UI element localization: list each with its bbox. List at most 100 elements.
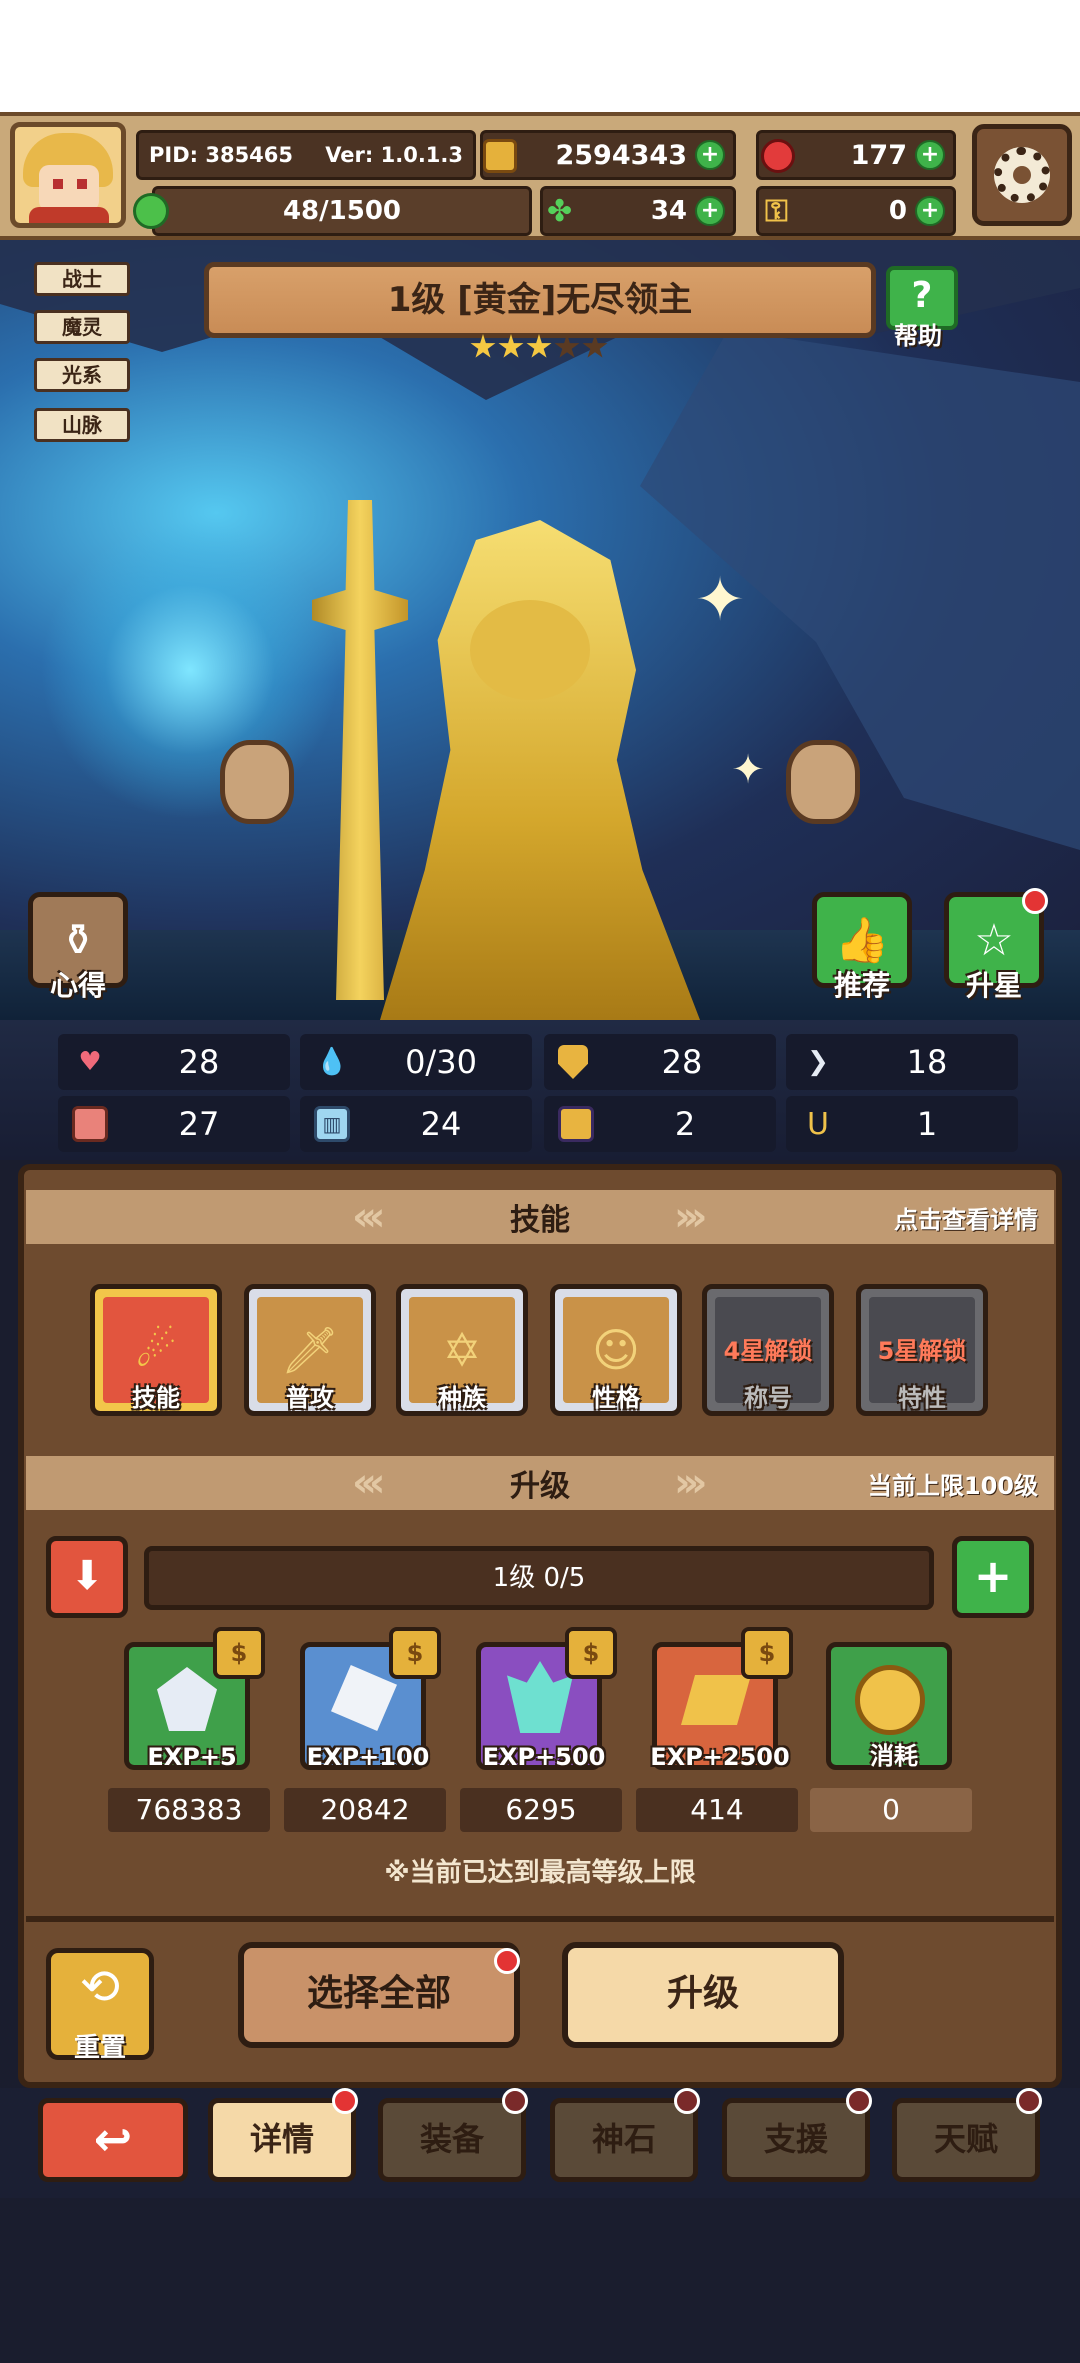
skills-title: 技能: [510, 1203, 570, 1238]
skill-label: 特性: [898, 1384, 946, 1412]
recommend-label: 推荐: [833, 969, 890, 1002]
exp-item-large-count: 6295: [460, 1788, 622, 1832]
exp-item-huge[interactable]: $ EXP+2500: [650, 1627, 793, 1771]
refresh-icon: ⟲: [79, 1959, 121, 2015]
skill-label: 普攻: [286, 1384, 334, 1412]
player-avatar[interactable]: [10, 122, 126, 228]
reset-label: 重置: [73, 2033, 126, 2063]
horseshoe-icon: Ս: [807, 1106, 829, 1142]
back-arrow-icon: ↩: [93, 2112, 133, 2166]
skills-header: ‹‹‹ 技能 ››› 点击查看详情: [26, 1190, 1054, 1244]
skills-hint[interactable]: 点击查看详情: [894, 1200, 1038, 1235]
stat-luck: Ս1: [786, 1096, 1018, 1152]
tab-support[interactable]: 支援: [722, 2098, 870, 2182]
skill-slot-attack[interactable]: 🗡 普攻: [244, 1284, 376, 1416]
stat-hp: ♥ 28: [58, 1034, 290, 1090]
stat-value: 18: [906, 1043, 948, 1081]
gear-icon: [994, 147, 1050, 203]
tab-talent[interactable]: 天赋: [892, 2098, 1040, 2182]
fist-icon: [72, 1106, 108, 1142]
unlock-requirement: 5星解锁: [877, 1337, 967, 1365]
sparkle-icon: ✦: [694, 565, 746, 635]
upgrade-button[interactable]: 升级: [562, 1942, 844, 2048]
divider: [26, 1916, 1054, 1922]
skill-label: 性格: [592, 1384, 640, 1412]
skill-slot-title-locked[interactable]: 4星解锁 称号: [702, 1284, 834, 1416]
gem-panel: 177 +: [756, 130, 956, 180]
skill-slot-race[interactable]: ✡ 种族: [396, 1284, 528, 1416]
star-filled-icon: [470, 334, 496, 358]
gold-amount: 2594343: [555, 139, 687, 171]
key-icon: ⚿: [765, 194, 788, 229]
cyan-crystal-icon: [507, 1661, 573, 1733]
stamina-icon: [133, 193, 169, 229]
skill-slot-personality[interactable]: ☺ 性格: [550, 1284, 682, 1416]
hero-face: [470, 600, 590, 700]
stat-defense: 28: [544, 1034, 776, 1090]
tag-class: 战士: [34, 262, 130, 296]
hero-title: 1级 [黄金]无尽领主: [204, 262, 876, 338]
stat-value: 2: [674, 1105, 696, 1143]
coin-badge-icon: $: [741, 1627, 793, 1679]
add-clover-button[interactable]: +: [695, 196, 725, 226]
silver-crystal-icon: [331, 1665, 397, 1731]
star-filled-icon: [526, 334, 552, 358]
wing-icon: ❯: [807, 1047, 829, 1077]
red-gem-icon: [761, 139, 795, 173]
add-level-button[interactable]: +: [952, 1536, 1034, 1618]
gold-coin-icon: [483, 139, 517, 173]
stat-speed: ❯ 18: [786, 1034, 1018, 1090]
left-slot-icon[interactable]: [220, 740, 294, 824]
help-label: 帮助: [894, 322, 942, 350]
skill-slot-skill[interactable]: ☄ 技能: [90, 1284, 222, 1416]
star-filled-icon: [498, 334, 524, 358]
help-button[interactable]: ? 帮助: [880, 262, 958, 350]
skill-slot-trait-locked[interactable]: 5星解锁 特性: [856, 1284, 988, 1416]
tab-equipment[interactable]: 装备: [378, 2098, 526, 2182]
right-slot-icon[interactable]: [786, 740, 860, 824]
stamina-value: 48/1500: [282, 196, 402, 226]
tag-race: 魔灵: [34, 310, 130, 344]
exp-item-huge-count: 414: [636, 1788, 798, 1832]
max-level-notice: ※当前已达到最高等级上限: [384, 1858, 696, 1888]
key-amount: 0: [888, 196, 907, 226]
exp-item-small[interactable]: $ EXP+5: [124, 1627, 265, 1771]
recommend-button[interactable]: 👍 推荐: [812, 892, 912, 1002]
cost-label: 消耗: [870, 1742, 918, 1770]
coin-badge-icon: $: [213, 1627, 265, 1679]
gold-coin-icon: [855, 1665, 925, 1735]
equipment-notification-dot: [502, 2088, 528, 2114]
back-button[interactable]: ↩: [38, 2098, 188, 2182]
exp-item-medium[interactable]: $ EXP+100: [300, 1627, 441, 1771]
shield-icon: [558, 1045, 588, 1079]
reset-button[interactable]: ⟲ 重置: [46, 1948, 154, 2063]
stat-mana: 💧 0/30: [300, 1034, 532, 1090]
tab-details[interactable]: 详情: [208, 2098, 356, 2182]
plus-icon: +: [973, 1549, 1013, 1603]
downgrade-button[interactable]: ⬇: [46, 1536, 128, 1618]
add-gold-button[interactable]: +: [695, 140, 725, 170]
star-empty-icon: [582, 334, 608, 358]
stat-value: 24: [420, 1105, 462, 1143]
stat-value: 28: [178, 1043, 220, 1081]
cost-gold-count: 0: [810, 1788, 972, 1832]
select-all-button[interactable]: 选择全部: [238, 1942, 520, 2048]
upgrade-header: ‹‹‹ 升级 ››› 当前上限100级: [26, 1456, 1054, 1510]
skill-label: 种族: [438, 1384, 486, 1412]
clover-amount: 34: [650, 196, 687, 226]
settings-button[interactable]: [972, 124, 1072, 226]
key-panel: ⚿ 0 +: [756, 186, 956, 236]
gold-ingot-icon: [681, 1675, 751, 1725]
stamina-bar: 48/1500: [133, 186, 532, 236]
insight-button[interactable]: ⚱ 心得: [28, 892, 128, 1002]
stat-scroll: 2: [544, 1096, 776, 1152]
player-id: PID: 385465: [149, 143, 294, 167]
id-version-panel: PID: 385465 Ver: 1.0.1.3: [136, 130, 476, 180]
level-progress-bar: 1级 0/5: [144, 1546, 934, 1610]
exp-item-large[interactable]: $ EXP+500: [476, 1627, 617, 1771]
crystal-glow: [40, 520, 340, 820]
tab-godstone[interactable]: 神石: [550, 2098, 698, 2182]
add-gem-button[interactable]: +: [915, 140, 945, 170]
add-key-button[interactable]: +: [915, 196, 945, 226]
level-progress-text: 1级 0/5: [492, 1563, 586, 1593]
